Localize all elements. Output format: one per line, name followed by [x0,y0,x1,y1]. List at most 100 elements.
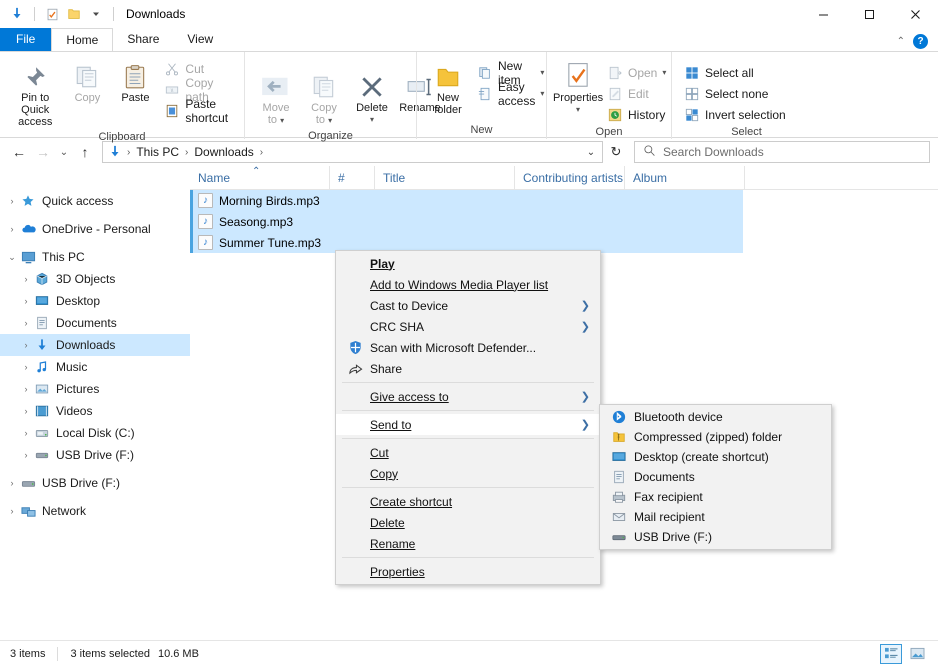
send-to-item-mail-recipient[interactable]: Mail recipient [600,507,831,527]
maximize-button[interactable] [846,0,892,28]
context-menu-item-cut[interactable]: Cut [336,442,600,463]
column-header-contributing-artists[interactable]: Contributing artists [515,166,625,190]
context-menu-item-delete[interactable]: Delete [336,512,600,533]
send-to-item-desktop-shortcut[interactable]: Desktop (create shortcut) [600,447,831,467]
send-to-item-fax-recipient[interactable]: Fax recipient [600,487,831,507]
chevron-right-icon[interactable]: › [4,506,20,516]
new-folder-icon[interactable] [65,5,83,23]
easy-access-button[interactable]: Easy access ▾ [473,83,548,104]
forward-button[interactable]: → [32,141,54,163]
chevron-right-icon[interactable]: › [18,406,34,416]
tab-share[interactable]: Share [113,28,173,51]
close-button[interactable] [892,0,938,28]
open-caret[interactable]: ▾ [662,68,666,77]
breadcrumb-downloads[interactable]: Downloads [191,145,256,159]
chevron-right-icon[interactable]: › [18,428,34,438]
tree-item-desktop[interactable]: › Desktop [0,290,190,312]
up-button[interactable]: ↑ [74,141,96,163]
tab-view[interactable]: View [173,28,227,51]
properties-button[interactable]: Properties ▾ [555,56,601,118]
table-row[interactable]: ♪ Morning Birds.mp3 [190,190,743,211]
properties-caret[interactable]: ▾ [576,104,580,116]
refresh-button[interactable]: ↻ [605,141,627,163]
send-to-item-bluetooth-device[interactable]: Bluetooth device [600,407,831,427]
new-folder-button[interactable]: New folder [425,56,471,118]
breadcrumb-this-pc[interactable]: This PC [133,145,182,159]
customize-chevron-icon[interactable] [87,5,105,23]
address-path-input[interactable]: › This PC › Downloads › ⌄ [102,141,603,163]
context-menu-item-properties[interactable]: Properties [336,561,600,582]
chevron-right-icon[interactable]: › [18,384,34,394]
column-header-name[interactable]: Name ⌃ [190,166,330,190]
send-to-item-documents[interactable]: Documents [600,467,831,487]
minimize-button[interactable] [800,0,846,28]
tree-item-local-disk[interactable]: › Local Disk (C:) [0,422,190,444]
tree-item-pictures[interactable]: › Pictures [0,378,190,400]
tree-item-usb-drive[interactable]: › USB Drive (F:) [0,472,190,494]
new-item-caret[interactable]: ▾ [540,68,544,77]
crumb-sep-2[interactable]: › [259,147,264,158]
context-menu-item-create-shortcut[interactable]: Create shortcut [336,491,600,512]
collapse-ribbon-icon[interactable]: ⌃ [897,36,905,47]
tree-item-music[interactable]: › Music [0,356,190,378]
delete-button[interactable]: Delete ▾ [349,66,395,128]
move-to-button[interactable]: Move to ▾ [253,66,299,129]
back-button[interactable]: ← [8,141,30,163]
context-menu-item-cast-to-device[interactable]: Cast to Device ❯ [336,295,600,316]
chevron-right-icon[interactable]: › [18,362,34,372]
paste-button[interactable]: Paste [112,56,158,106]
tree-item-this-pc[interactable]: ⌄ This PC [0,246,190,268]
send-to-item-compressed-folder[interactable]: Compressed (zipped) folder [600,427,831,447]
search-box[interactable]: Search Downloads [634,141,930,163]
context-menu-item-rename[interactable]: Rename [336,533,600,554]
column-header-album[interactable]: Album [625,166,745,190]
chevron-right-icon[interactable]: › [18,340,34,350]
tree-item-onedrive[interactable]: › OneDrive - Personal [0,218,190,240]
column-header-title[interactable]: Title [375,166,515,190]
delete-caret[interactable]: ▾ [370,114,374,126]
invert-selection-button[interactable]: Invert selection [680,104,790,125]
context-menu-item-share[interactable]: Share [336,358,600,379]
tab-home[interactable]: Home [51,28,113,51]
copy-button[interactable]: Copy [64,56,110,106]
send-to-item-usb-drive[interactable]: USB Drive (F:) [600,527,831,547]
context-menu-item-give-access-to[interactable]: Give access to ❯ [336,386,600,407]
tree-item-usb-drive-child[interactable]: › USB Drive (F:) [0,444,190,466]
history-button[interactable]: History [603,104,670,125]
context-menu-item-play[interactable]: Play [336,253,600,274]
context-menu-item-add-to-wmp-list[interactable]: Add to Windows Media Player list [336,274,600,295]
chevron-right-icon[interactable]: › [4,196,20,206]
context-menu-item-scan-with-defender[interactable]: Scan with Microsoft Defender... [336,337,600,358]
pin-to-quick-access-button[interactable]: Pin to Quick access [8,56,62,130]
search-input[interactable]: Search Downloads [663,145,764,159]
select-all-button[interactable]: Select all [680,62,790,83]
table-row[interactable]: ♪ Seasong.mp3 [190,211,743,232]
tree-item-3d-objects[interactable]: › 3D Objects [0,268,190,290]
select-none-button[interactable]: Select none [680,83,790,104]
paste-shortcut-button[interactable]: Paste shortcut [160,100,236,121]
chevron-down-icon[interactable]: ⌄ [4,252,20,263]
properties-icon[interactable] [43,5,61,23]
copy-to-button[interactable]: Copy to ▾ [301,66,347,129]
tree-item-videos[interactable]: › Videos [0,400,190,422]
context-menu-item-copy[interactable]: Copy [336,463,600,484]
edit-button[interactable]: Edit [603,83,670,104]
column-header-track-number[interactable]: # [330,166,375,190]
help-icon[interactable]: ? [913,34,928,49]
open-button[interactable]: Open ▾ [603,62,670,83]
chevron-right-icon[interactable]: › [18,450,34,460]
chevron-right-icon[interactable]: › [18,296,34,306]
chevron-right-icon[interactable]: › [4,478,20,488]
easy-access-caret[interactable]: ▾ [540,89,544,98]
chevron-right-icon[interactable]: › [18,318,34,328]
tree-item-quick-access[interactable]: › Quick access [0,190,190,212]
chevron-right-icon[interactable]: › [18,274,34,284]
large-icons-view-button[interactable] [906,644,928,664]
chevron-right-icon[interactable]: › [4,224,20,234]
tree-item-downloads[interactable]: › Downloads [0,334,190,356]
tab-file[interactable]: File [0,28,51,51]
context-menu-item-send-to[interactable]: Send to ❯ [336,414,600,435]
address-dropdown-icon[interactable]: ⌄ [582,147,600,158]
tree-item-network[interactable]: › Network [0,500,190,522]
context-menu-item-crc-sha[interactable]: CRC SHA ❯ [336,316,600,337]
